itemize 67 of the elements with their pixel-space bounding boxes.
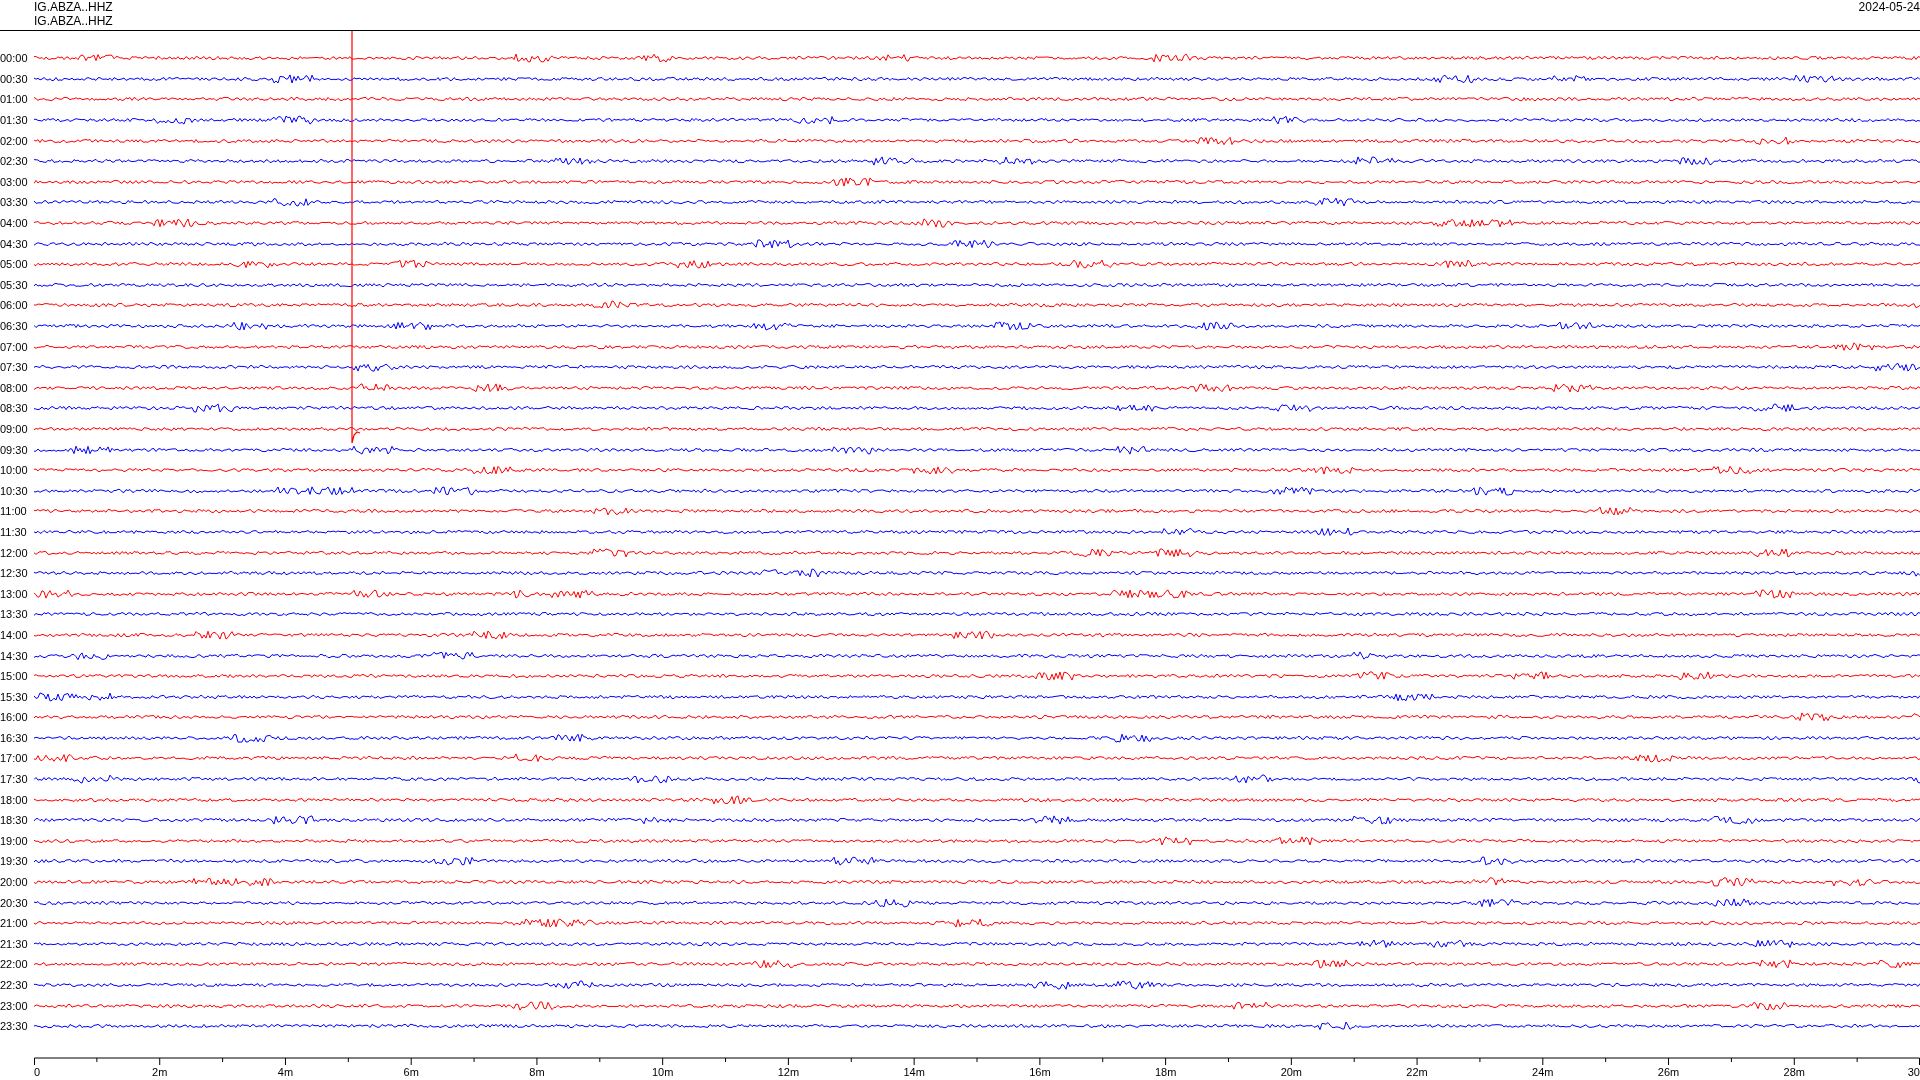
time-label: 10:30: [0, 484, 29, 497]
time-label: 13:30: [0, 608, 29, 621]
time-label: 16:30: [0, 731, 29, 744]
axis-tick-label: 16m: [1029, 1065, 1051, 1078]
time-label: 22:30: [0, 979, 29, 991]
time-label: 08:30: [0, 402, 29, 415]
time-label: 12:00: [0, 546, 29, 559]
time-label: 11:30: [0, 525, 28, 538]
time-label: 21:30: [0, 937, 29, 950]
time-label: 07:00: [0, 340, 29, 353]
time-label: 04:00: [0, 217, 29, 230]
time-label: 00:00: [0, 52, 29, 65]
axis-tick-label: 2m: [152, 1065, 168, 1078]
time-label: 09:30: [0, 443, 29, 456]
axis-tick-label: 30: [1907, 1065, 1920, 1078]
channel-name: IG.ABZA..HHZ: [34, 0, 113, 14]
time-label: 17:00: [0, 752, 29, 765]
time-label: 18:00: [0, 793, 29, 806]
time-label: 19:30: [0, 855, 29, 868]
time-label: 03:30: [0, 196, 29, 209]
time-label: 20:00: [0, 876, 29, 889]
time-label: 19:00: [0, 834, 29, 847]
time-label: 01:30: [0, 114, 29, 127]
time-label: 20:30: [0, 896, 29, 909]
time-label: 23:00: [0, 999, 29, 1012]
time-label: 00:30: [0, 72, 29, 85]
time-label: 14:00: [0, 628, 29, 641]
axis-tick-label: 8m: [529, 1065, 545, 1078]
time-label: 05:30: [0, 278, 29, 291]
time-label: 21:00: [0, 917, 29, 930]
axis-tick-label: 20m: [1280, 1065, 1303, 1078]
axis-tick-label: 18m: [1154, 1065, 1177, 1078]
time-label: 11:00: [0, 505, 28, 518]
axis-tick-label: 10m: [651, 1065, 674, 1078]
time-label: 01:00: [0, 93, 29, 106]
time-label: 17:30: [0, 773, 29, 786]
time-label: 15:30: [0, 690, 29, 703]
axis-tick-label: 4m: [277, 1065, 294, 1078]
axis-tick-label: 0: [34, 1065, 41, 1078]
time-label: 15:00: [0, 670, 29, 683]
time-label: 06:30: [0, 320, 29, 332]
time-label: 23:30: [0, 1020, 29, 1033]
time-label: 10:00: [0, 464, 29, 477]
axis-tick-label: 24m: [1532, 1065, 1554, 1078]
axis-tick-label: 22m: [1406, 1065, 1428, 1078]
time-label: 02:00: [0, 134, 29, 147]
time-label: 05:00: [0, 258, 29, 271]
time-label: 12:30: [0, 567, 29, 580]
axis-tick-label: 6m: [403, 1065, 419, 1078]
time-label: 04:30: [0, 237, 29, 250]
time-label: 14:30: [0, 649, 29, 662]
time-label: 06:00: [0, 299, 29, 312]
axis-tick-label: 28m: [1783, 1065, 1805, 1078]
time-label: 13:00: [0, 587, 29, 600]
time-label: 09:00: [0, 423, 29, 435]
axis-tick-label: 12m: [777, 1065, 800, 1078]
date-label: 2024-05-24: [1858, 0, 1920, 14]
time-label: 02:30: [0, 155, 29, 168]
time-label: 16:00: [0, 711, 29, 724]
axis-tick-label: 14m: [903, 1065, 925, 1078]
time-label: 08:00: [0, 381, 29, 394]
time-label: 22:00: [0, 958, 29, 971]
time-label: 07:30: [0, 361, 29, 374]
axis-tick-label: 26m: [1657, 1065, 1680, 1078]
time-label: 18:30: [0, 814, 29, 827]
channel-name: IG.ABZA..HHZ: [34, 14, 113, 28]
time-label: 03:00: [0, 175, 29, 188]
